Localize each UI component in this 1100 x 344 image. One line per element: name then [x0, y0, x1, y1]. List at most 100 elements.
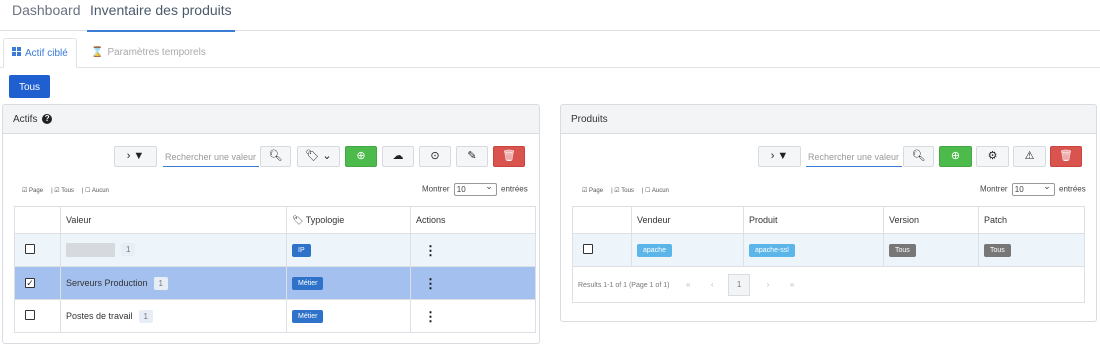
gear-icon: ⚙ [987, 150, 998, 162]
tab-dashboard[interactable]: Dashboard [12, 0, 81, 31]
col-actions: Actions [410, 206, 536, 234]
row-checkbox[interactable] [25, 310, 35, 320]
tab-inventaire[interactable]: Inventaire des produits [87, 0, 235, 32]
subtab-actif-label: Actif ciblé [25, 48, 68, 59]
produits-header: Produits [561, 105, 1096, 134]
col-produit[interactable]: Produit [743, 206, 884, 234]
col-checkbox [14, 206, 61, 234]
first-page-link[interactable]: « [686, 280, 690, 289]
select-page[interactable]: ☑ Page [582, 188, 607, 194]
vendeur-tag: apache [637, 243, 672, 257]
table-row[interactable]: 1 IP ⋮ [14, 233, 536, 267]
select-none[interactable]: ☐ Aucun [645, 188, 673, 194]
col-vendeur[interactable]: Vendeur [631, 206, 744, 234]
actifs-header: Actifs ? [3, 105, 539, 134]
top-nav: Dashboard Inventaire des produits [0, 0, 1100, 32]
select-all[interactable]: ☑ Tous [614, 188, 638, 194]
col-patch[interactable]: Patch [978, 206, 1085, 234]
trash-icon: 🗑︎ [502, 150, 516, 162]
row-checkbox[interactable] [25, 244, 35, 254]
search-button[interactable]: 🔍︎ [903, 146, 934, 167]
pager-row: Results 1-1 of 1 (Page 1 of 1) « ‹ 1 › » [572, 266, 1085, 303]
typologie-tag: IP [292, 243, 311, 257]
count-badge: 1 [153, 276, 168, 290]
select-all[interactable]: ☑ Tous [54, 188, 78, 194]
subtab-actif[interactable]: Actif ciblé [3, 38, 77, 68]
more-actions-icon[interactable]: ⋮ [424, 277, 437, 290]
select-page-label: Page [589, 188, 604, 194]
select-page[interactable]: ☑ Page [22, 188, 47, 194]
patch-tag: Tous [984, 243, 1011, 257]
filter-toggle-button[interactable]: › ▼ [758, 146, 801, 167]
add-button[interactable]: ⊕ [939, 146, 972, 167]
subtab-temps-label: Paramètres temporels [107, 47, 206, 58]
tag-dropdown-button[interactable]: 🏷︎ ⌄ [297, 146, 340, 167]
select-none-label: Aucun [91, 188, 109, 194]
selection-controls: ☑ Page | ☑ Tous | ☐ Aucun [22, 187, 117, 194]
produits-table: Vendeur Produit Version Patch apache apa… [572, 206, 1085, 303]
produit-tag: apache-ssl [749, 243, 795, 257]
subtab-temps[interactable]: ⌛ Paramètres temporels [83, 38, 214, 68]
col-version[interactable]: Version [883, 206, 979, 234]
plus-circle-icon: ⊕ [950, 150, 961, 162]
select-all-label: Tous [61, 188, 74, 194]
page-size-select[interactable]: 10 [453, 181, 497, 196]
produits-search-input[interactable] [806, 147, 902, 167]
prev-page-link[interactable]: ‹ [711, 280, 714, 289]
delete-button[interactable]: 🗑︎ [493, 146, 525, 167]
tag-icon: 🏷︎ [292, 214, 306, 225]
produits-title: Produits [571, 114, 608, 125]
settings-button[interactable]: ⚙ [976, 146, 1009, 167]
help-icon[interactable]: ? [42, 114, 53, 125]
select-all-label: Tous [621, 188, 634, 194]
cloud-upload-button[interactable]: ☁ [382, 146, 414, 167]
page-size-control: Montrer 10 entrées [422, 181, 528, 196]
row-checkbox[interactable]: ✓ [25, 278, 35, 288]
filter-toggle-button[interactable]: › ▼ [114, 146, 157, 167]
page-size-select[interactable]: 10 [1011, 181, 1055, 196]
col-typologie-label: Typologie [305, 214, 345, 225]
actifs-panel: Actifs ? › ▼ 🔍︎ 🏷︎ ⌄ ⊕ ☁ ⊙ ✎ 🗑︎ ☑ Page| … [2, 104, 540, 344]
select-none-label: Aucun [651, 188, 669, 194]
results-text: Results 1-1 of 1 (Page 1 of 1) [578, 281, 670, 289]
grid-icon [12, 39, 21, 69]
entries-label: entrées [1059, 184, 1086, 194]
selection-controls: ☑ Page | ☑ Tous | ☐ Aucun [582, 187, 677, 194]
table-row[interactable]: Postes de travail 1 Métier ⋮ [14, 299, 536, 333]
add-button[interactable]: ⊕ [345, 146, 377, 167]
current-page[interactable]: 1 [728, 273, 751, 296]
select-none[interactable]: ☐ Aucun [85, 188, 113, 194]
typologie-tag: Métier [292, 276, 324, 290]
count-badge: 1 [138, 309, 153, 323]
search-icon: 🔍︎ [911, 150, 926, 162]
more-actions-icon[interactable]: ⋮ [424, 310, 437, 323]
version-tag: Tous [889, 243, 916, 257]
row-checkbox[interactable] [583, 244, 593, 254]
table-row[interactable]: ✓ Serveurs Production 1 Métier ⋮ [14, 266, 536, 300]
show-label: Montrer [422, 184, 450, 194]
delete-button[interactable]: 🗑︎ [1050, 146, 1082, 167]
plus-circle-icon: ⊕ [356, 150, 366, 162]
last-page-link[interactable]: » [790, 280, 794, 289]
search-icon: 🔍︎ [268, 150, 283, 162]
next-page-link[interactable]: › [767, 280, 770, 289]
search-button[interactable]: 🔍︎ [260, 146, 291, 167]
col-valeur[interactable]: Valeur [60, 206, 287, 234]
col-checkbox [572, 206, 632, 234]
edit-button[interactable]: ✎ [456, 146, 488, 167]
more-actions-icon[interactable]: ⋮ [424, 244, 437, 257]
cloud-upload-icon: ☁ [392, 150, 404, 162]
target-icon: ⊙ [430, 150, 440, 162]
hourglass-icon: ⌛ [91, 47, 104, 58]
actifs-search-input[interactable] [163, 147, 259, 167]
pencil-icon: ✎ [467, 150, 477, 162]
table-row[interactable]: apache apache-ssl Tous Tous [572, 233, 1085, 267]
redacted-value [66, 243, 115, 257]
target-button[interactable]: ⊙ [419, 146, 451, 167]
row-valeur: Serveurs Production [66, 277, 148, 288]
filter-all-button[interactable]: Tous [9, 75, 50, 98]
trash-icon: 🗑︎ [1059, 150, 1073, 162]
warning-button[interactable]: ⚠ [1013, 146, 1046, 167]
col-typologie[interactable]: 🏷︎ Typologie [286, 206, 411, 234]
warning-icon: ⚠ [1024, 150, 1035, 162]
